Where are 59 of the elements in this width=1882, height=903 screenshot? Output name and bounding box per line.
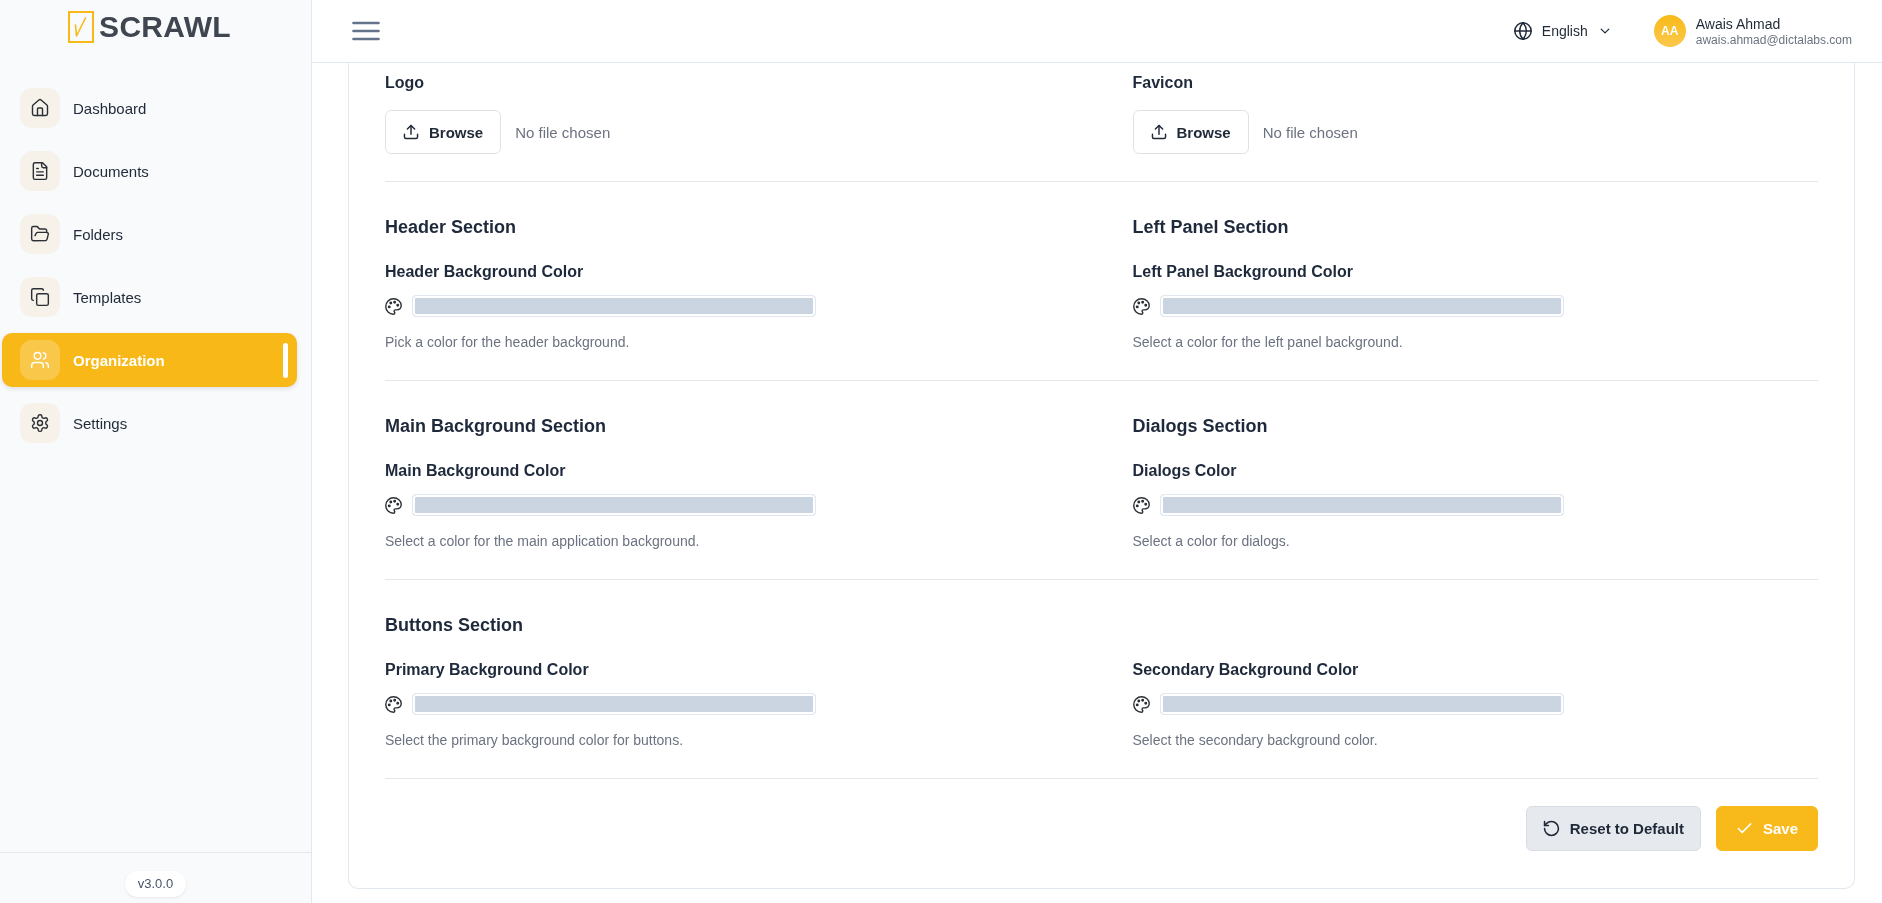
user-email: awais.ahmad@dictalabs.com [1695,32,1852,47]
field-label: Logo [385,73,425,93]
users-icon [20,340,60,380]
upload-icon [403,124,419,140]
field-label: Left Panel Background Color [1132,262,1353,282]
palette-icon [385,297,402,315]
gear-icon [20,403,60,443]
home-icon [20,88,60,128]
field-label: Secondary Background Color [1132,660,1359,680]
palette-icon [1132,496,1150,514]
section-heading: Buttons Section [385,614,523,637]
copy-icon [20,277,60,317]
palette-icon [1132,297,1150,315]
field-label: Favicon [1132,73,1193,93]
color-field[interactable] [1159,295,1564,317]
user-name: Awais Ahmad [1695,15,1782,32]
color-field[interactable] [412,295,816,317]
section-heading: Header Section [385,216,517,239]
color-field[interactable] [412,494,816,516]
palette-icon [385,695,402,713]
reset-button[interactable]: Reset to Default [1525,806,1701,851]
color-field[interactable] [1159,494,1564,516]
color-field[interactable] [412,693,816,715]
nav-item[interactable]: Documents [2,144,297,198]
active-indicator [283,342,288,378]
field-label: Header Background Color [385,262,584,282]
field-label: Main Background Color [385,461,566,481]
file-status: No file chosen [1262,123,1358,141]
upload-icon [1150,124,1167,140]
nav-item[interactable]: Templates [2,270,297,324]
logo-icon [68,11,95,43]
nav-item[interactable]: Folders [2,207,297,261]
section-heading: Dialogs Section [1132,415,1268,438]
nav-item[interactable]: Dashboard [2,81,297,135]
file-status: No file chosen [515,123,611,141]
section-heading: Left Panel Section [1132,216,1289,239]
section-heading: Main Background Section [385,415,607,438]
help-text: Pick a color for the header background. [385,333,630,351]
browse-button[interactable]: Browse [385,110,502,154]
field-label: Primary Background Color [385,660,589,680]
help-text: Select a color for dialogs. [1132,532,1290,550]
nav-item[interactable]: Settings [2,396,297,450]
help-text: Select the secondary background color. [1132,731,1378,749]
field-label: Dialogs Color [1132,461,1237,481]
help-text: Select a color for the main application background. [385,532,700,550]
help-text: Select a color for the left panel background. [1132,333,1403,351]
help-text: Select the primary background color for buttons. [385,731,684,749]
menu-icon[interactable] [352,21,380,41]
logo-text: SCRAWL [99,11,231,43]
palette-icon [1132,695,1150,713]
color-field[interactable] [1159,693,1564,715]
language-selector[interactable]: English [1513,22,1612,40]
folder-icon [20,214,60,254]
version-badge: v3.0.0 [124,871,187,897]
palette-icon [385,496,402,514]
globe-icon [1513,22,1532,40]
document-icon [20,151,60,191]
browse-button[interactable]: Browse [1132,110,1249,154]
circular-arrow-icon [1542,820,1560,837]
